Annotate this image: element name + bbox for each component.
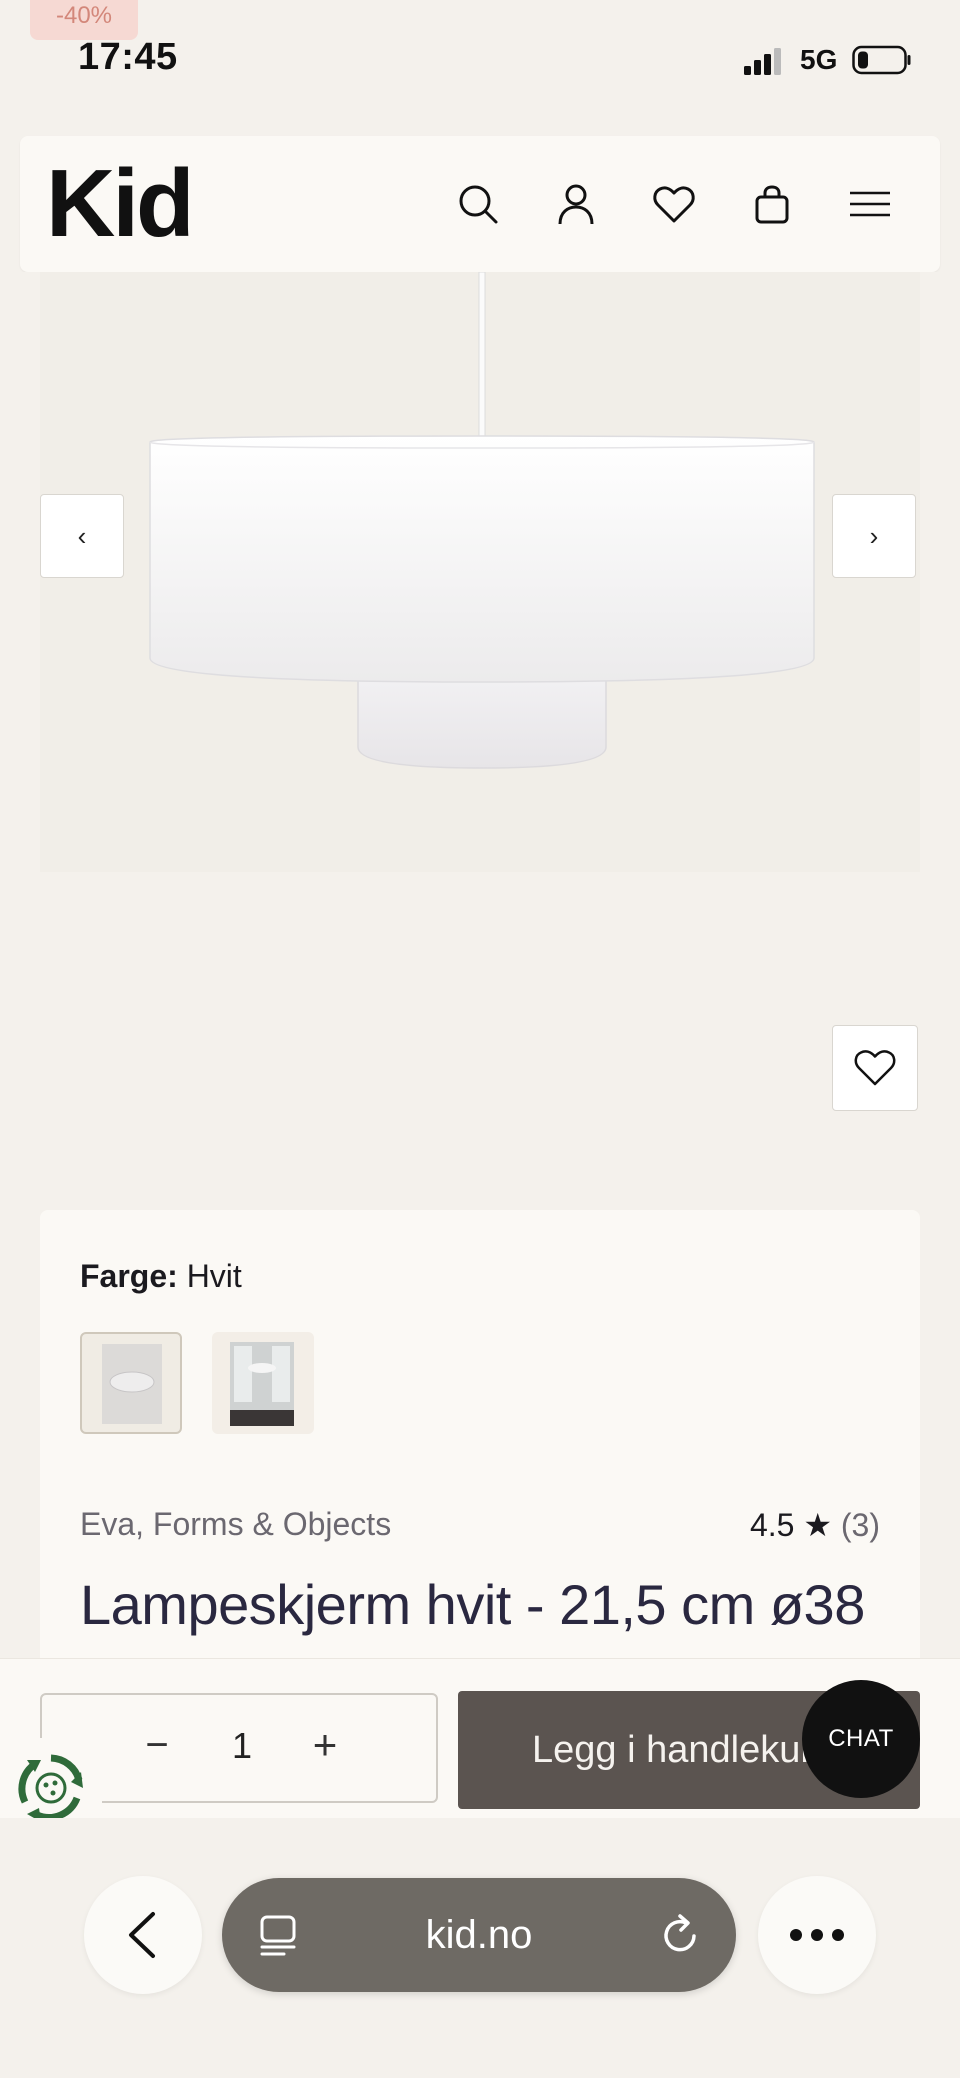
gallery-next-button[interactable]: › (832, 494, 916, 578)
status-time: 17:45 (78, 36, 178, 78)
menu-icon[interactable] (842, 176, 898, 232)
heart-icon (854, 1050, 896, 1086)
color-selector-label: Farge: Hvit (80, 1258, 242, 1295)
product-brand[interactable]: Eva, Forms & Objects (80, 1506, 391, 1543)
discount-chip: -40% (30, 0, 138, 40)
gallery-prev-button[interactable]: ‹ (40, 494, 124, 578)
product-image (40, 271, 920, 872)
add-to-wishlist-button[interactable] (832, 1025, 918, 1111)
site-header: Kid (20, 136, 940, 272)
star-icon: ★ (803, 1507, 832, 1543)
chevron-left-icon: ‹ (77, 520, 87, 551)
product-rating[interactable]: 4.5 ★ (3) (750, 1506, 880, 1544)
reload-icon[interactable] (658, 1912, 704, 1958)
color-swatch-selected[interactable] (80, 1332, 182, 1434)
more-icon (790, 1929, 844, 1941)
color-value: Hvit (186, 1258, 242, 1294)
search-icon[interactable] (450, 176, 506, 232)
browser-back-button[interactable] (84, 1876, 202, 1994)
account-icon[interactable] (548, 176, 604, 232)
color-label: Farge: (80, 1258, 178, 1294)
chevron-right-icon: › (869, 520, 879, 551)
recycle-icon (18, 1754, 83, 1822)
battery-icon (852, 45, 911, 75)
product-info-card: Farge: Hvit Eva, Forms & Objects 4.5 ★ (… (40, 1210, 920, 1710)
product-title: Lampeskjerm hvit - 21,5 cm ø38 (80, 1573, 865, 1636)
browser-more-button[interactable] (758, 1876, 876, 1994)
signal-icon (744, 48, 781, 75)
quantity-value[interactable]: 1 (217, 1725, 267, 1767)
status-bar: -40% 17:45 5G (0, 0, 960, 120)
color-swatch-alt[interactable] (212, 1332, 314, 1434)
network-type: 5G (800, 44, 838, 75)
review-count: (3) (840, 1507, 880, 1543)
product-gallery: ‹ › (0, 271, 960, 1172)
kid-logo[interactable]: Kid (46, 154, 195, 254)
browser-toolbar: kid.no (0, 1818, 960, 2078)
quantity-increase-button[interactable]: + (300, 1721, 350, 1769)
chat-button[interactable]: CHAT (802, 1680, 920, 1798)
rating-value: 4.5 (749, 1507, 795, 1543)
chevron-left-icon (129, 1912, 155, 1958)
wishlist-icon[interactable] (646, 176, 702, 232)
address-bar[interactable]: kid.no (222, 1878, 736, 1992)
quantity-decrease-button[interactable]: − (132, 1723, 182, 1768)
cart-icon[interactable] (744, 176, 800, 232)
